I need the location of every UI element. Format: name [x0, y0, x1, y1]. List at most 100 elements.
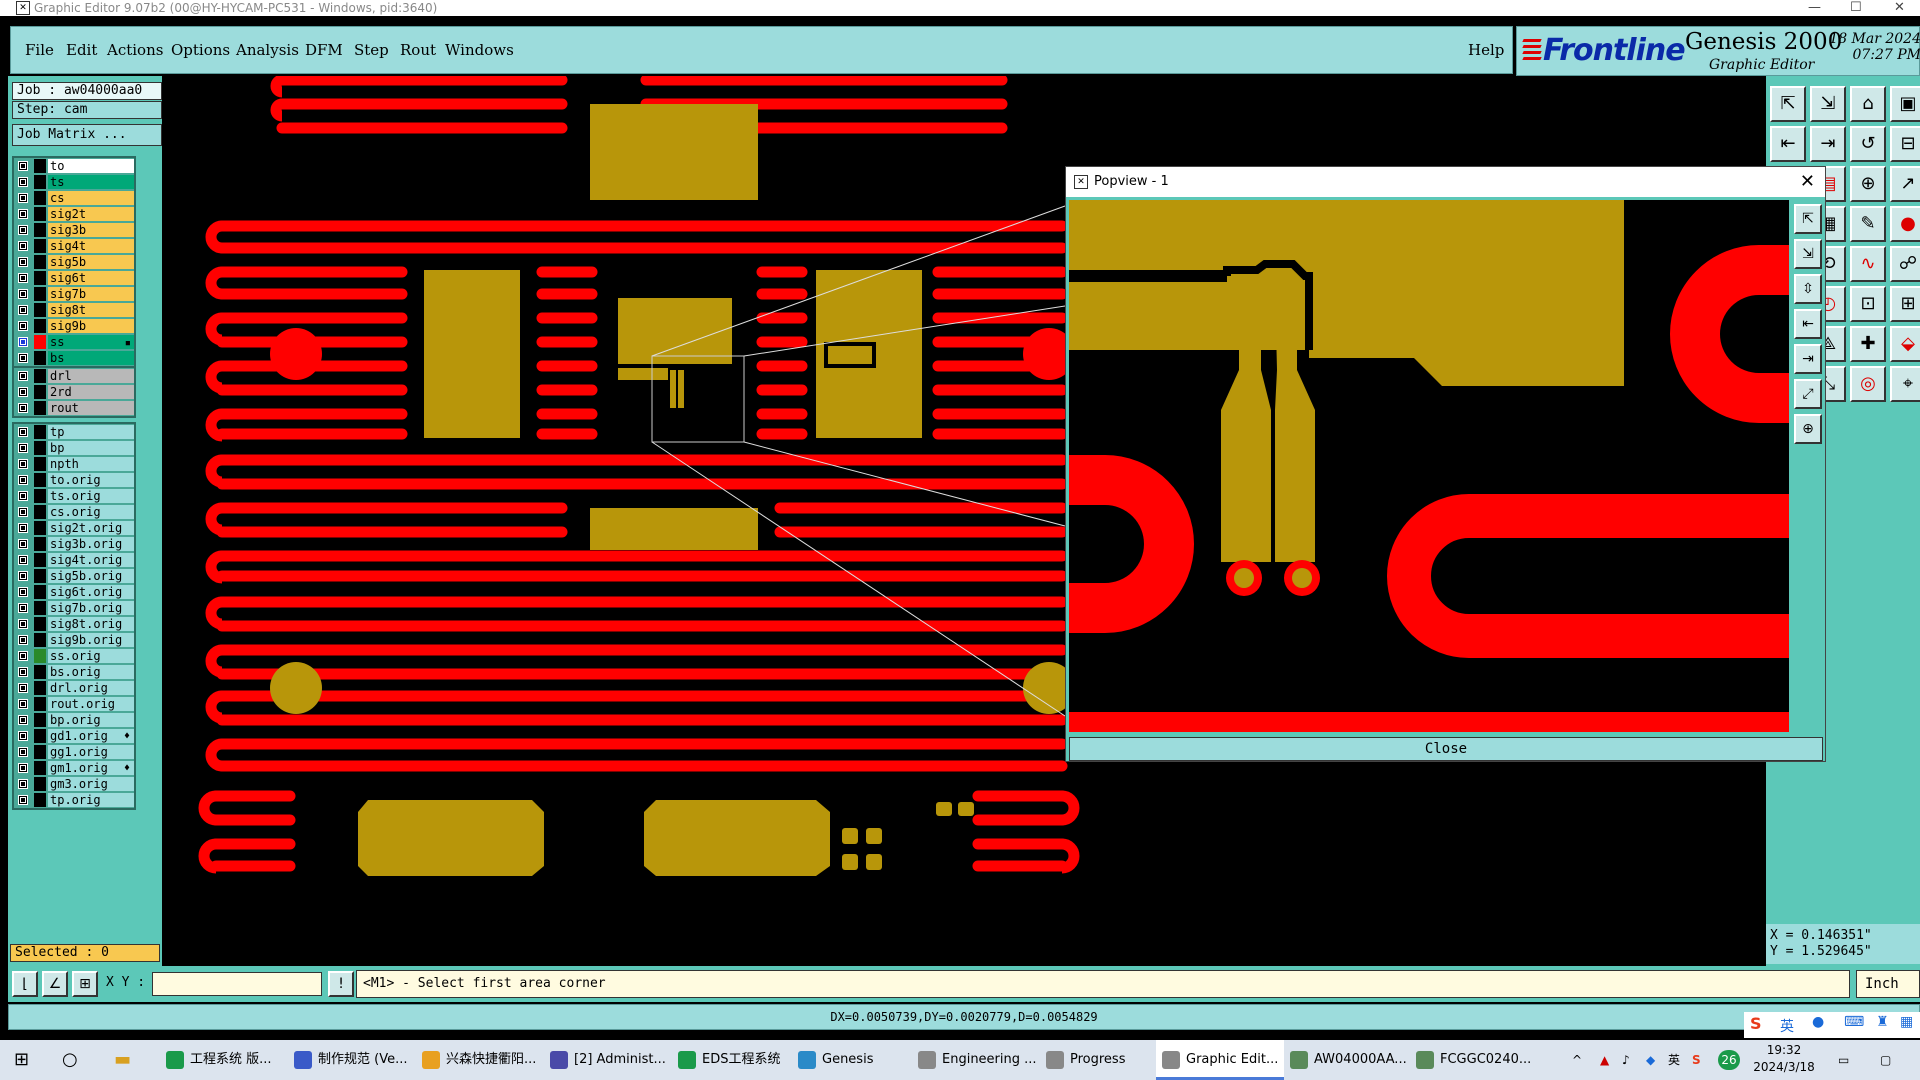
measure-icon[interactable]: ∠	[42, 971, 68, 997]
layer-swatch[interactable]	[34, 729, 46, 743]
layer-checkbox[interactable]	[18, 387, 28, 397]
taskbar-app[interactable]: AW04000AA...	[1284, 1040, 1413, 1080]
layer-checkbox[interactable]	[18, 507, 28, 517]
layer-swatch[interactable]	[34, 191, 46, 205]
layer-label[interactable]: sig9b	[48, 319, 134, 333]
xy-input[interactable]	[152, 972, 322, 996]
layer-swatch[interactable]	[34, 271, 46, 285]
close-icon[interactable]: ✕	[1894, 0, 1905, 16]
layer-checkbox[interactable]	[18, 257, 28, 267]
tool-button-icon[interactable]: ⊕	[1850, 166, 1886, 202]
layer-checkbox[interactable]	[18, 427, 28, 437]
clock[interactable]: 19:32 2024/3/18	[1752, 1042, 1816, 1076]
job-matrix-button[interactable]: Job Matrix ...	[12, 124, 162, 146]
tool-button-icon[interactable]: ●	[1890, 206, 1920, 242]
layer-label[interactable]: gm3.orig	[48, 777, 134, 791]
taskbar-app[interactable]: 制作规范 (Ve...	[288, 1040, 413, 1080]
layer-checkbox[interactable]	[18, 193, 28, 203]
search-icon[interactable]: ○	[62, 1040, 78, 1080]
layer-checkbox[interactable]	[18, 459, 28, 469]
layer-label[interactable]: sig7b.orig	[48, 601, 134, 615]
window-titlebar[interactable]: ✕ Graphic Editor 9.07b2 (00@HY-HYCAM-PC5…	[0, 0, 1920, 16]
layer-row[interactable]: sig2t.orig	[14, 520, 134, 536]
tray-chevron-icon[interactable]: ^	[1572, 1040, 1582, 1080]
info-icon[interactable]: !	[328, 971, 354, 997]
layer-row[interactable]: to.orig	[14, 472, 134, 488]
layer-row[interactable]: bp.orig	[14, 712, 134, 728]
layer-swatch[interactable]	[34, 521, 46, 535]
tool-button-icon[interactable]: ↺	[1850, 126, 1886, 162]
layer-checkbox[interactable]	[18, 715, 28, 725]
layer-checkbox[interactable]	[18, 161, 28, 171]
layer-swatch[interactable]	[34, 255, 46, 269]
tool-button-icon[interactable]: ✚	[1850, 326, 1886, 362]
layer-row[interactable]: bp	[14, 440, 134, 456]
layer-checkbox[interactable]	[18, 305, 28, 315]
taskbar-app[interactable]: Engineering ...	[912, 1040, 1043, 1080]
layer-row[interactable]: ts.orig	[14, 488, 134, 504]
menu-options[interactable]: Options	[171, 41, 230, 59]
layer-checkbox[interactable]	[18, 619, 28, 629]
layer-row[interactable]: sig7b.orig	[14, 600, 134, 616]
menu-dfm[interactable]: DFM	[305, 41, 343, 59]
layer-swatch[interactable]	[34, 385, 46, 399]
snap-icon[interactable]: ⌊	[12, 971, 38, 997]
layer-label[interactable]: bs	[48, 351, 134, 365]
popview-zoom-icon[interactable]: ⇲	[1794, 239, 1822, 269]
layer-swatch[interactable]	[34, 665, 46, 679]
tool-button-icon[interactable]: ⊞	[1890, 286, 1920, 322]
layer-row[interactable]: sig3b.orig	[14, 536, 134, 552]
layer-swatch[interactable]	[34, 713, 46, 727]
tool-button-icon[interactable]: ⇱	[1770, 86, 1806, 122]
popview-close-icon[interactable]: ✕	[1800, 167, 1815, 197]
tool-button-icon[interactable]: ☍	[1890, 246, 1920, 282]
layer-swatch[interactable]	[34, 175, 46, 189]
layer-swatch[interactable]	[34, 335, 46, 349]
menu-actions[interactable]: Actions	[107, 41, 163, 59]
menu-help[interactable]: Help	[1468, 41, 1504, 59]
layer-swatch[interactable]	[34, 369, 46, 383]
tool-button-icon[interactable]: ⇥	[1810, 126, 1846, 162]
keyboard-icon[interactable]: ⌨	[1844, 1014, 1864, 1030]
layer-checkbox[interactable]	[18, 523, 28, 533]
taskbar-app[interactable]: Graphic Edit...	[1156, 1040, 1285, 1080]
popview-zoom-icon[interactable]: ⇥	[1794, 344, 1822, 374]
start-icon[interactable]: ⊞	[14, 1040, 29, 1080]
layer-row[interactable]: gd1.orig ♦	[14, 728, 134, 744]
tool-button-icon[interactable]: ◎	[1850, 366, 1886, 402]
menu-analysis[interactable]: Analysis	[236, 41, 299, 59]
layer-checkbox[interactable]	[18, 371, 28, 381]
folder-icon[interactable]: ▬	[114, 1040, 131, 1080]
layer-swatch[interactable]	[34, 585, 46, 599]
layer-label[interactable]: sig3b.orig	[48, 537, 134, 551]
layer-label[interactable]: sig3b	[48, 223, 134, 237]
layer-label[interactable]: tp	[48, 425, 134, 439]
layer-swatch[interactable]	[34, 681, 46, 695]
layer-checkbox[interactable]	[18, 337, 28, 347]
layer-row[interactable]: sig6t	[14, 270, 134, 286]
layer-swatch[interactable]	[34, 745, 46, 759]
tray-badge[interactable]: 26	[1718, 1050, 1740, 1070]
layer-row[interactable]: sig8t.orig	[14, 616, 134, 632]
layer-label[interactable]: sig5b.orig	[48, 569, 134, 583]
maximize-icon[interactable]: ☐	[1850, 0, 1862, 16]
layer-label[interactable]: rout	[48, 401, 134, 415]
layer-swatch[interactable]	[34, 553, 46, 567]
layer-row[interactable]: sig6t.orig	[14, 584, 134, 600]
layer-swatch[interactable]	[34, 761, 46, 775]
layer-label[interactable]: bp.orig	[48, 713, 134, 727]
layer-checkbox[interactable]	[18, 603, 28, 613]
layer-label[interactable]: sig6t	[48, 271, 134, 285]
layer-label[interactable]: ss ■	[48, 335, 134, 349]
layer-row[interactable]: ts	[14, 174, 134, 190]
layer-label[interactable]: ss.orig	[48, 649, 134, 663]
layer-swatch[interactable]	[34, 601, 46, 615]
layer-checkbox[interactable]	[18, 587, 28, 597]
tray-lang[interactable]: 英	[1668, 1040, 1680, 1080]
layer-checkbox[interactable]	[18, 539, 28, 549]
popview-titlebar[interactable]: ✕ Popview - 1 ✕	[1066, 167, 1825, 197]
layer-swatch[interactable]	[34, 489, 46, 503]
sogou-tray-icon[interactable]: S	[1692, 1040, 1701, 1080]
popview-zoom-icon[interactable]: ⇳	[1794, 274, 1822, 304]
layer-row[interactable]: drl	[14, 368, 134, 384]
